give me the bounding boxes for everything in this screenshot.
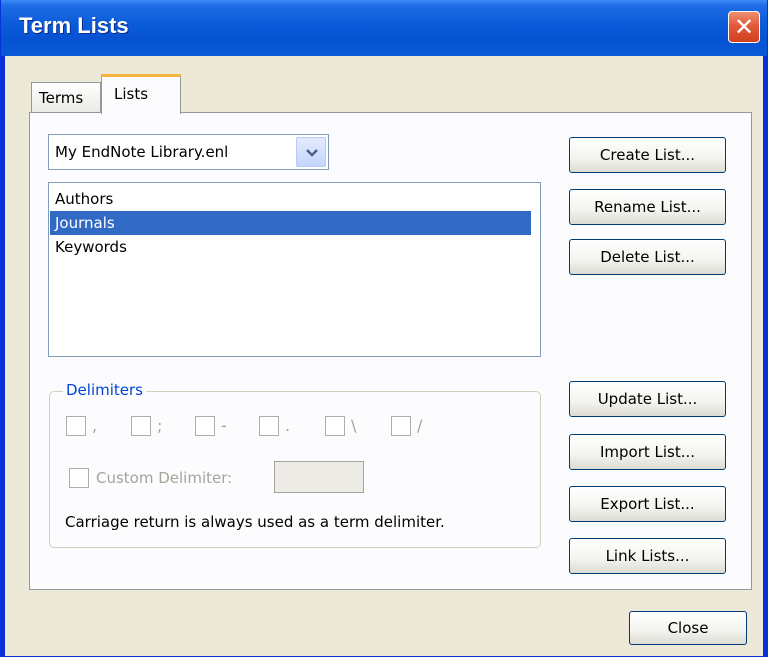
delimiter-note: Carriage return is always used as a term… xyxy=(65,513,445,531)
delimiter-comma-label: , xyxy=(92,416,98,435)
update-list-button[interactable]: Update List... xyxy=(569,381,726,417)
custom-delimiter-label: Custom Delimiter: xyxy=(96,469,233,487)
library-select-value: My EndNote Library.enl xyxy=(55,143,229,161)
dropdown-arrow-button[interactable] xyxy=(296,137,326,167)
delimiter-semicolon-checkbox[interactable] xyxy=(131,416,151,436)
list-item-keywords[interactable]: Keywords xyxy=(50,235,531,259)
delete-list-button[interactable]: Delete List... xyxy=(569,239,726,275)
delimiters-group-label: Delimiters xyxy=(63,381,146,399)
tab-lists-label: Lists xyxy=(114,85,149,103)
term-lists-listbox[interactable]: Authors Journals Keywords xyxy=(48,182,541,357)
close-icon: ✕ xyxy=(733,13,755,41)
tab-terms[interactable]: Terms xyxy=(31,82,101,112)
export-list-button[interactable]: Export List... xyxy=(569,486,726,522)
chevron-down-icon xyxy=(306,149,318,157)
window-border-right xyxy=(763,56,767,656)
tab-lists[interactable]: Lists xyxy=(101,74,181,114)
link-lists-button[interactable]: Link Lists... xyxy=(569,538,726,574)
close-button[interactable]: Close xyxy=(629,611,747,645)
list-item-journals[interactable]: Journals xyxy=(50,211,531,235)
custom-delimiter-input[interactable] xyxy=(274,461,364,493)
term-lists-dialog: Term Lists ✕ Terms Lists My EndNote Libr… xyxy=(0,0,768,657)
tab-terms-label: Terms xyxy=(39,89,84,107)
delimiter-period-label: . xyxy=(285,416,291,435)
delimiter-backslash-checkbox[interactable] xyxy=(325,416,345,436)
library-select[interactable]: My EndNote Library.enl xyxy=(48,134,329,170)
create-list-button[interactable]: Create List... xyxy=(569,137,726,173)
import-list-button[interactable]: Import List... xyxy=(569,434,726,470)
custom-delimiter-checkbox[interactable] xyxy=(69,468,89,488)
delimiter-backslash-label: \ xyxy=(351,416,357,435)
delimiter-semicolon-label: ; xyxy=(157,416,163,435)
rename-list-button[interactable]: Rename List... xyxy=(569,189,726,225)
delimiter-slash-checkbox[interactable] xyxy=(391,416,411,436)
delimiter-comma-checkbox[interactable] xyxy=(66,416,86,436)
list-item-authors[interactable]: Authors xyxy=(50,187,531,211)
title-bar[interactable]: Term Lists ✕ xyxy=(1,0,767,56)
window-border-left xyxy=(1,56,5,656)
window-close-button[interactable]: ✕ xyxy=(728,11,760,43)
delimiter-dash-label: - xyxy=(221,416,227,435)
delimiter-period-checkbox[interactable] xyxy=(259,416,279,436)
window-title: Term Lists xyxy=(19,13,129,38)
delimiter-slash-label: / xyxy=(417,416,423,435)
delimiter-dash-checkbox[interactable] xyxy=(195,416,215,436)
